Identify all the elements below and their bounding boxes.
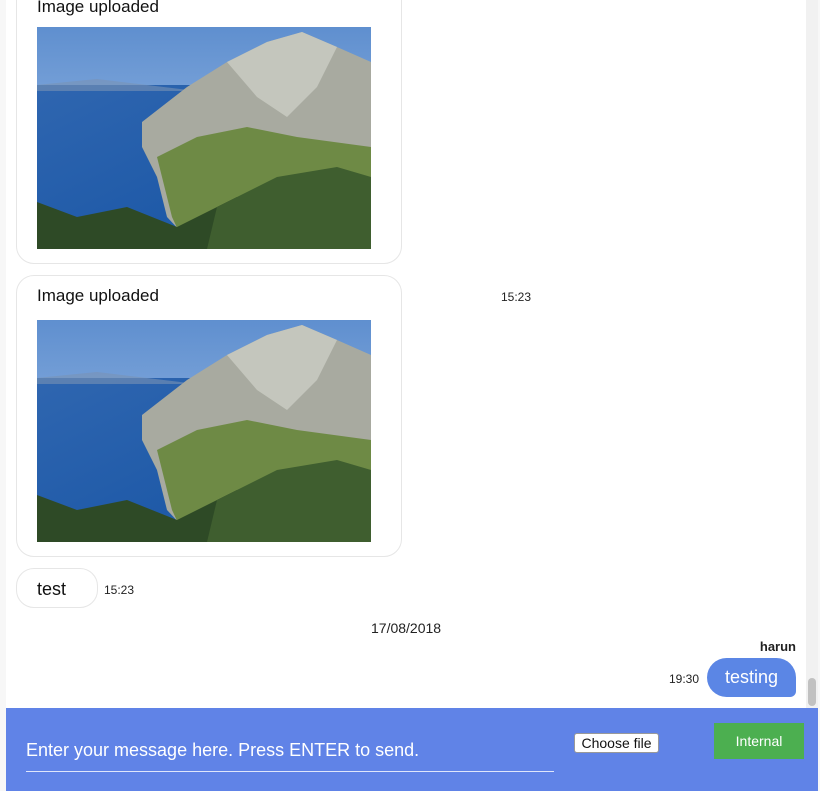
landscape-photo bbox=[37, 27, 371, 249]
choose-file-button[interactable]: Choose file bbox=[574, 733, 659, 753]
message-list[interactable]: Image uploaded Image uploaded 15:23 test… bbox=[6, 0, 806, 708]
message-text: test bbox=[37, 579, 67, 599]
image-message: Image uploaded bbox=[16, 0, 402, 264]
date-separator: 17/08/2018 bbox=[371, 620, 442, 636]
scrollbar-thumb[interactable] bbox=[808, 678, 816, 706]
composer-bar: Choose file Internal bbox=[6, 708, 818, 791]
message-timestamp: 15:23 bbox=[104, 583, 135, 597]
outgoing-message: testing bbox=[707, 658, 796, 697]
uploaded-image[interactable] bbox=[37, 320, 371, 542]
message-timestamp: 15:23 bbox=[501, 290, 532, 304]
text-message: test bbox=[16, 568, 98, 608]
message-title: Image uploaded bbox=[37, 286, 159, 305]
message-timestamp: 19:30 bbox=[669, 672, 700, 686]
image-message: Image uploaded bbox=[16, 275, 402, 557]
uploaded-image[interactable] bbox=[37, 27, 371, 249]
message-title: Image uploaded bbox=[37, 0, 159, 16]
message-input[interactable] bbox=[26, 730, 554, 772]
sender-name: harun bbox=[759, 639, 796, 654]
landscape-photo bbox=[37, 320, 371, 542]
chat-window: Image uploaded Image uploaded 15:23 test… bbox=[0, 0, 820, 791]
scrollbar[interactable] bbox=[806, 0, 818, 708]
internal-button[interactable]: Internal bbox=[714, 723, 804, 759]
